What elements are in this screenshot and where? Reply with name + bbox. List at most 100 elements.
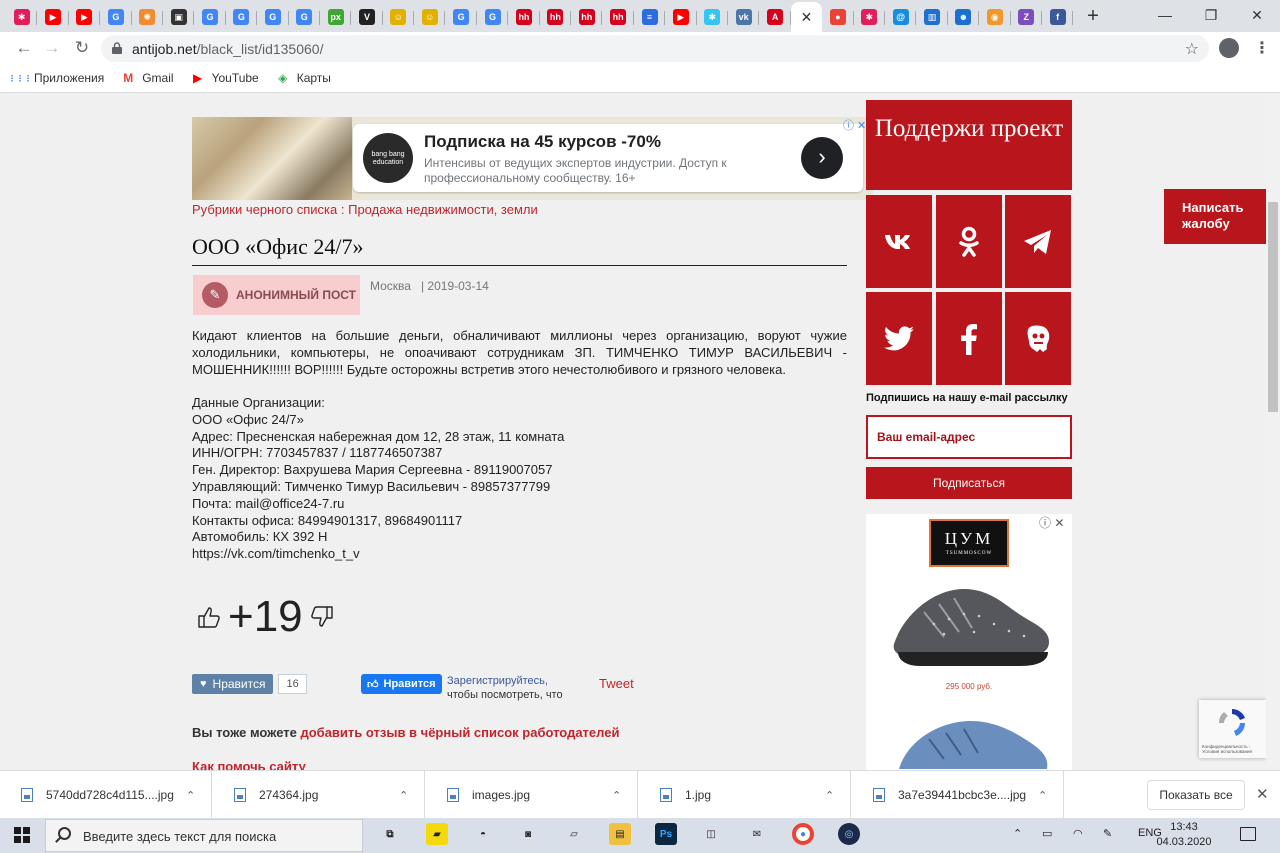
- download-item[interactable]: 1.jpg ⌃: [639, 771, 851, 819]
- ad-card[interactable]: bang bang education Подписка на 45 курсо…: [353, 124, 863, 192]
- taskbar-clock[interactable]: 13:43 04.03.2020: [1156, 820, 1212, 850]
- vk-share-icon[interactable]: [866, 195, 932, 288]
- close-tab-icon[interactable]: ✕: [801, 9, 813, 26]
- browser-tab[interactable]: V: [351, 3, 384, 31]
- browser-tab[interactable]: ▶: [69, 3, 101, 31]
- browser-tab[interactable]: A: [759, 3, 792, 31]
- tweet-link[interactable]: Tweet: [599, 676, 634, 691]
- download-item[interactable]: 3a7e39441bcbc3e....jpg ⌃: [852, 771, 1064, 819]
- battery-icon[interactable]: ▭: [1042, 827, 1052, 840]
- chevron-up-icon[interactable]: ⌃: [825, 789, 834, 802]
- photoshop-icon[interactable]: Ps: [655, 823, 677, 845]
- browser-tab[interactable]: ▶: [665, 3, 697, 31]
- browser-tab[interactable]: ✱: [697, 3, 729, 31]
- show-hidden-icons[interactable]: ⌃: [1013, 827, 1022, 840]
- thumb-up-icon[interactable]: [196, 604, 222, 630]
- wifi-icon[interactable]: ◠: [1073, 827, 1083, 840]
- org-data-line[interactable]: https://vk.com/timchenko_t_v: [192, 546, 847, 563]
- browser-tab[interactable]: ✕: [790, 2, 823, 32]
- browser-tab[interactable]: G: [289, 3, 321, 31]
- file-explorer-icon[interactable]: ▤: [609, 823, 631, 845]
- store-icon[interactable]: ◫: [700, 823, 722, 845]
- minimize-button[interactable]: —: [1142, 0, 1188, 30]
- help-site-link[interactable]: Как помочь сайту: [192, 759, 306, 770]
- browser-tab[interactable]: ☺: [414, 3, 446, 31]
- address-bar[interactable]: antijob.net/black_list/id135060/ ☆: [101, 35, 1209, 62]
- bookmark-item[interactable]: M Gmail: [120, 71, 173, 85]
- chevron-up-icon[interactable]: ⌃: [399, 789, 408, 802]
- chevron-up-icon[interactable]: ⌃: [186, 789, 195, 802]
- browser-tab[interactable]: ≡: [634, 3, 666, 31]
- fb-register-link[interactable]: Зарегистрируйтесь,: [447, 675, 548, 687]
- sidebar-ad[interactable]: ЦУМ TSUMMOSCOW ⓘ ✕ 295 000 руб.: [866, 514, 1072, 770]
- whiteboard-icon[interactable]: ▱: [563, 823, 585, 845]
- pen-icon[interactable]: ✎: [1103, 827, 1112, 840]
- scrollbar-thumb[interactable]: [1268, 202, 1278, 412]
- odnoklassniki-icon[interactable]: [936, 195, 1002, 288]
- thumb-down-icon[interactable]: [309, 604, 335, 630]
- browser-tab[interactable]: G: [445, 3, 478, 31]
- facebook-icon[interactable]: [936, 292, 1002, 385]
- browser-tab[interactable]: G: [226, 3, 258, 31]
- download-item[interactable]: images.jpg ⌃: [426, 771, 638, 819]
- rubric-link[interactable]: Продажа недвижимости, земли: [348, 202, 538, 217]
- notifications-icon[interactable]: [1240, 827, 1256, 841]
- browser-tab[interactable]: G: [100, 3, 132, 31]
- close-window-button[interactable]: ✕: [1234, 0, 1280, 30]
- browser-tab[interactable]: @: [885, 3, 917, 31]
- restore-button[interactable]: ❐: [1188, 0, 1234, 30]
- browser-tab[interactable]: ▶: [37, 3, 70, 31]
- recaptcha-badge[interactable]: Конфиденциальность - Условия использован…: [1199, 700, 1266, 758]
- browser-tab[interactable]: ✱: [6, 3, 38, 31]
- support-project-banner[interactable]: Поддержи проект: [866, 100, 1072, 190]
- close-downloads-icon[interactable]: ✕: [1256, 785, 1269, 803]
- windows-start-icon[interactable]: [14, 827, 30, 843]
- menu-dots-icon[interactable]: ⋮: [1254, 38, 1270, 58]
- rubric-prefix[interactable]: Рубрики черного списка :: [192, 202, 348, 217]
- profile-avatar[interactable]: [1219, 38, 1239, 58]
- browser-tab[interactable]: G: [194, 3, 227, 31]
- vk-like-button[interactable]: ♥ Нравится: [192, 674, 274, 694]
- browser-tab[interactable]: f: [1042, 3, 1074, 31]
- browser-tab[interactable]: Z: [1011, 3, 1043, 31]
- task-view-icon[interactable]: ⧉: [379, 823, 401, 845]
- mail-icon[interactable]: ✉: [746, 823, 768, 845]
- page-scrollbar[interactable]: [1266, 94, 1280, 770]
- chevron-up-icon[interactable]: ⌃: [1038, 789, 1047, 802]
- browser-tab[interactable]: hh: [571, 3, 603, 31]
- browser-tab[interactable]: hh: [540, 3, 572, 31]
- browser-tab[interactable]: ✱: [854, 3, 886, 31]
- new-tab-button[interactable]: +: [1082, 5, 1104, 27]
- show-all-downloads-button[interactable]: Показать все: [1147, 780, 1245, 810]
- browser-tab[interactable]: ▥: [916, 3, 949, 31]
- bookmark-item[interactable]: ▶ YouTube: [190, 71, 259, 85]
- browser-tab[interactable]: ▣: [163, 3, 195, 31]
- bookmark-item[interactable]: ◈ Карты: [275, 71, 331, 85]
- browser-tab[interactable]: G: [477, 3, 509, 31]
- photos-icon[interactable]: ◓: [472, 823, 494, 845]
- camera-icon[interactable]: ◙: [517, 823, 539, 845]
- browser-tab[interactable]: ☺: [383, 3, 415, 31]
- recaptcha-text[interactable]: Конфиденциальность - Условия использован…: [1202, 744, 1266, 754]
- bookmark-star-icon[interactable]: ☆: [1185, 39, 1199, 59]
- telegram-icon[interactable]: [1005, 195, 1071, 288]
- ad-close-icon[interactable]: ⓘ ✕: [843, 117, 866, 133]
- browser-tab[interactable]: hh: [602, 3, 635, 31]
- browser-tab[interactable]: hh: [508, 3, 541, 31]
- browser-tab[interactable]: ●: [822, 3, 854, 31]
- browser-tab[interactable]: ☻: [948, 3, 980, 31]
- sticky-notes-icon[interactable]: ▰: [426, 823, 448, 845]
- write-complaint-button[interactable]: Написать жалобу: [1164, 189, 1266, 244]
- back-button[interactable]: ←: [12, 36, 36, 60]
- browser-tab[interactable]: vk: [728, 3, 760, 31]
- add-review-link[interactable]: добавить отзыв в чёрный список работодат…: [300, 725, 619, 740]
- browser-tab[interactable]: px: [320, 3, 352, 31]
- chevron-up-icon[interactable]: ⌃: [612, 789, 621, 802]
- browser-tab[interactable]: ✺: [132, 3, 164, 31]
- browser-tab[interactable]: ◉: [979, 3, 1011, 31]
- download-item[interactable]: 5740dd728c4d115....jpg ⌃: [0, 771, 212, 819]
- ad-title[interactable]: Подписка на 45 курсов -70%: [424, 132, 661, 152]
- twitter-icon[interactable]: [866, 292, 932, 385]
- cinema-app-icon[interactable]: ◎: [838, 823, 860, 845]
- ad-info-close-icon[interactable]: ⓘ ✕: [1039, 514, 1064, 531]
